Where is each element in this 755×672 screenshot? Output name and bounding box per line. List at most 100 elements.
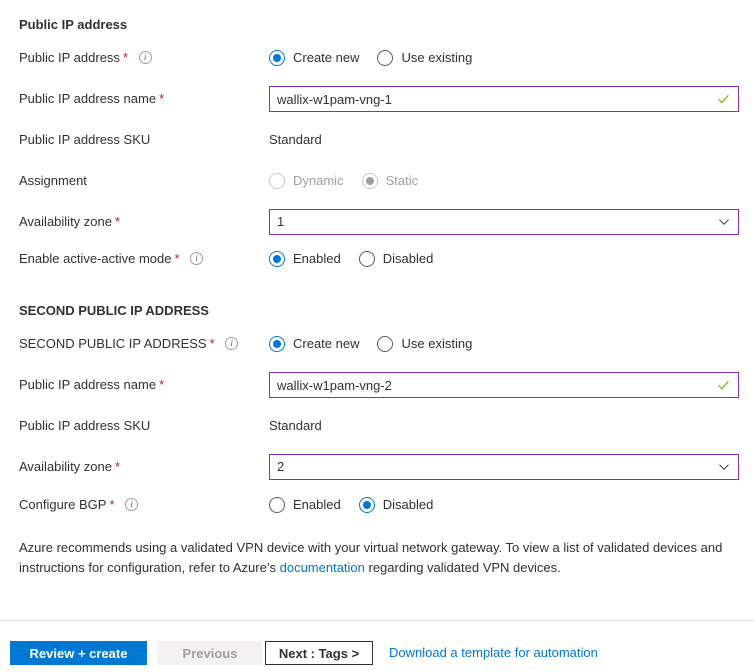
field-public-ip-address: Create new Use existing: [269, 47, 472, 69]
radio-mark: [269, 336, 285, 352]
previous-button: Previous: [158, 641, 262, 665]
label-public-ip-address: Public IP address *: [19, 47, 152, 69]
section-heading-second-public-ip-address: SECOND PUBLIC IP ADDRESS: [19, 303, 209, 318]
radio-active-active-enabled[interactable]: Enabled: [269, 251, 341, 267]
info-icon[interactable]: [225, 337, 239, 351]
row-public-ip-address-sku-2: Public IP address SKU Standard: [0, 415, 755, 437]
textbox-public-ip-address-name[interactable]: [269, 86, 739, 112]
chevron-down-icon: [719, 464, 729, 470]
label-assignment: Assignment: [19, 173, 87, 188]
field-public-ip-address-name: [269, 86, 739, 112]
radio-active-active-disabled[interactable]: Disabled: [358, 251, 434, 267]
field-public-ip-address-sku: Standard: [269, 129, 322, 151]
radio-label: Use existing: [401, 50, 473, 65]
row-public-ip-address-name: Public IP address name *: [0, 86, 755, 112]
radio-label: Enabled: [293, 251, 341, 266]
next-tags-button[interactable]: Next : Tags >: [265, 641, 373, 665]
required-asterisk: *: [114, 459, 121, 474]
label-configure-bgp-text: Configure BGP: [19, 497, 107, 512]
row-availability-zone-1: Availability zone * 1: [0, 209, 755, 235]
field-assignment: Dynamic Static: [269, 170, 418, 192]
azure-create-vpn-gateway-form: Public IP address Public IP address* Cre…: [0, 0, 755, 672]
row-availability-zone-2: Availability zone * 2: [0, 454, 755, 480]
textbox-public-ip-address-name-2[interactable]: [269, 372, 739, 398]
vpn-device-note: Azure recommends using a validated VPN d…: [19, 538, 729, 578]
required-asterisk: *: [209, 336, 215, 351]
radio-mark: [377, 336, 394, 352]
field-configure-bgp: Enabled Disabled: [269, 494, 433, 516]
label-availability-zone-2: Availability zone *: [19, 456, 120, 478]
download-template-link[interactable]: Download a template for automation: [389, 641, 598, 665]
select-availability-zone-1-value: 1: [277, 214, 285, 229]
required-asterisk: *: [174, 251, 180, 266]
radio-label: Use existing: [401, 336, 473, 351]
form-content: Public IP address Public IP address* Cre…: [0, 0, 755, 620]
public-ip-address-name-input[interactable]: [270, 87, 738, 111]
review-create-button[interactable]: Review + create: [10, 641, 147, 665]
radio-mark: [377, 50, 394, 66]
radio-label: Disabled: [382, 497, 434, 512]
radio-label: Create new: [293, 50, 360, 65]
label-public-ip-address-sku-2: Public IP address SKU: [19, 418, 151, 433]
row-enable-active-active-mode: Enable active-active mode* Enabled Disab…: [0, 248, 755, 270]
radio-label: Dynamic: [293, 173, 344, 188]
section-heading-public-ip-address: Public IP address: [19, 17, 128, 32]
field-public-ip-address-name-2: [269, 372, 739, 398]
label-second-public-ip-address-text: SECOND PUBLIC IP ADDRESS: [19, 336, 207, 351]
field-public-ip-address-sku-2: Standard: [269, 415, 322, 437]
radio-group-assignment: Dynamic Static: [269, 170, 418, 192]
info-icon[interactable]: [138, 51, 152, 65]
radio-label: Static: [385, 173, 419, 188]
radio-public-ip-use-existing[interactable]: Use existing: [377, 50, 472, 66]
info-icon[interactable]: [190, 252, 204, 266]
radio-public-ip-create-new[interactable]: Create new: [269, 50, 359, 66]
label-configure-bgp: Configure BGP *: [19, 494, 139, 516]
radio-second-public-ip-use-existing[interactable]: Use existing: [377, 336, 472, 352]
radio-group-configure-bgp: Enabled Disabled: [269, 494, 433, 516]
documentation-link[interactable]: documentation: [280, 560, 365, 575]
select-availability-zone-1[interactable]: 1: [269, 209, 739, 235]
select-availability-zone-2-value: 2: [277, 459, 285, 474]
required-asterisk: *: [122, 50, 128, 65]
field-second-public-ip-address: Create new Use existing: [269, 333, 472, 355]
radio-label: Enabled: [293, 497, 341, 512]
radio-second-public-ip-create-new[interactable]: Create new: [269, 336, 359, 352]
field-availability-zone-1: 1: [269, 209, 739, 235]
row-public-ip-address-sku: Public IP address SKU Standard: [0, 129, 755, 151]
info-icon[interactable]: [125, 498, 139, 512]
chevron-down-icon: [719, 219, 729, 225]
row-second-public-ip-address: SECOND PUBLIC IP ADDRESS* Create new Use…: [0, 333, 755, 355]
radio-mark: [269, 50, 285, 66]
radio-mark: [269, 251, 285, 267]
required-asterisk: *: [159, 377, 165, 392]
label-public-ip-address-name-2-text: Public IP address name: [19, 377, 157, 392]
label-public-ip-address-sku: Public IP address SKU: [19, 132, 151, 147]
label-availability-zone-2-text: Availability zone: [19, 459, 112, 474]
label-enable-active-active-mode-text: Enable active-active mode: [19, 251, 172, 266]
radio-label: Create new: [293, 336, 360, 351]
label-availability-zone-1-text: Availability zone: [19, 214, 112, 229]
radio-assignment-static: Static: [361, 173, 419, 189]
radio-assignment-dynamic: Dynamic: [269, 173, 344, 189]
note-text-after: regarding validated VPN devices.: [364, 560, 561, 575]
radio-label: Disabled: [382, 251, 434, 266]
radio-mark: [269, 497, 285, 513]
radio-mark: [361, 173, 378, 189]
radio-mark: [358, 497, 375, 513]
label-public-ip-address-name-2: Public IP address name *: [19, 374, 164, 396]
radio-configure-bgp-enabled[interactable]: Enabled: [269, 497, 341, 513]
required-asterisk: *: [114, 214, 121, 229]
label-enable-active-active-mode: Enable active-active mode *: [19, 248, 204, 270]
row-public-ip-address: Public IP address* Create new Use existi…: [0, 47, 755, 69]
row-assignment: Assignment Dynamic Static: [0, 170, 755, 192]
public-ip-address-name-2-input[interactable]: [270, 373, 738, 397]
field-availability-zone-2: 2: [269, 454, 739, 480]
value-public-ip-address-sku-2: Standard: [269, 418, 322, 433]
value-public-ip-address-sku: Standard: [269, 132, 322, 147]
radio-configure-bgp-disabled[interactable]: Disabled: [358, 497, 434, 513]
label-public-ip-address-name: Public IP address name *: [19, 88, 164, 110]
label-public-ip-address-name-text: Public IP address name: [19, 91, 157, 106]
select-availability-zone-2[interactable]: 2: [269, 454, 739, 480]
label-second-public-ip-address: SECOND PUBLIC IP ADDRESS *: [19, 333, 239, 355]
required-asterisk: *: [159, 91, 165, 106]
